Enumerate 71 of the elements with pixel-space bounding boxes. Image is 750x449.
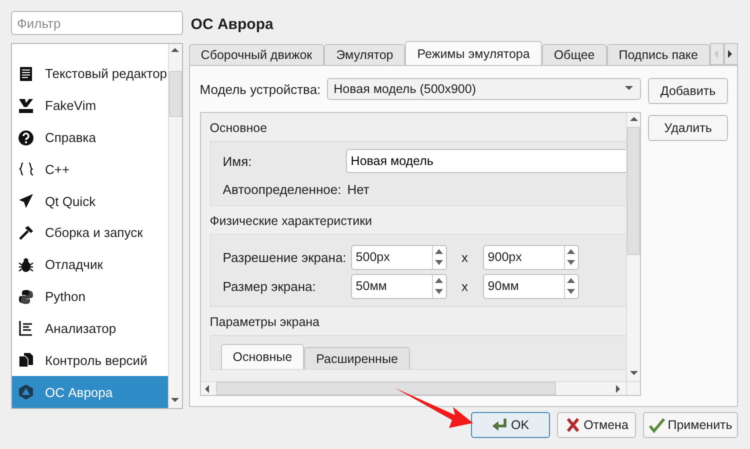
- scrollbar[interactable]: [168, 44, 182, 408]
- paper-plane-icon: [18, 193, 34, 210]
- arrow-up-icon: [435, 248, 444, 254]
- hammer-icon: [18, 224, 34, 241]
- braces-icon: [18, 161, 34, 178]
- separator-label: x: [460, 278, 470, 294]
- ok-button[interactable]: OK: [471, 412, 550, 438]
- tab[interactable]: Общее: [542, 44, 607, 65]
- separator-label: x: [460, 250, 470, 264]
- bar-lines-icon: [18, 320, 34, 336]
- filter-field[interactable]: Фильтр: [11, 11, 183, 35]
- tab[interactable]: Режимы эмулятора: [405, 41, 542, 65]
- scrollbar-thumb[interactable]: [168, 71, 182, 117]
- sidebar-item[interactable]: FakeVim: [12, 90, 168, 122]
- sidebar-item[interactable]: Сборка и запуск: [12, 217, 168, 249]
- sidebar-item[interactable]: Python: [12, 280, 168, 312]
- field-label: Модель устройства:: [200, 82, 321, 96]
- tab[interactable]: Подпись паке: [606, 44, 710, 65]
- field-label: Размер экрана:: [222, 278, 317, 294]
- page-title: ОС Аврора: [190, 15, 274, 35]
- sidebar-item[interactable]: ОС Аврора: [12, 376, 168, 408]
- field-value: Нет: [347, 182, 370, 196]
- sidebar-item[interactable]: C++: [12, 153, 168, 186]
- name-field[interactable]: Новая модель: [346, 149, 626, 173]
- arrow-up-icon: [567, 278, 576, 283]
- field-label: Разрешение экрана:: [222, 250, 348, 264]
- sidebar-item[interactable]: Справка: [12, 122, 168, 154]
- document-lines-icon: [18, 66, 34, 82]
- scrollbar-thumb[interactable]: [627, 127, 640, 255]
- tab[interactable]: Эмулятор: [324, 44, 406, 65]
- tab[interactable]: Основные: [220, 344, 304, 369]
- python-logo-icon: [18, 288, 34, 305]
- sidebar-item[interactable]: Текстовый редактор: [12, 58, 168, 90]
- add-button[interactable]: Добавить: [648, 78, 728, 104]
- field-label: Имя:: [222, 154, 253, 168]
- group-title: Физические характеристики: [210, 214, 374, 230]
- hexagon-logo-icon: [18, 384, 34, 400]
- enter-arrow-icon: [492, 417, 508, 433]
- apply-button[interactable]: Применить: [643, 412, 738, 438]
- spin-box[interactable]: 50мм: [350, 274, 447, 298]
- scrollbar-thumb[interactable]: [216, 382, 556, 395]
- check-mark-icon: [648, 417, 665, 433]
- sidebar-item[interactable]: Контроль версий: [12, 344, 168, 376]
- sidebar-item[interactable]: Анализатор: [12, 312, 168, 344]
- field-label: Автоопределенное:: [222, 182, 342, 196]
- device-model-dropdown[interactable]: Новая модель (500x900): [326, 78, 641, 100]
- cross-icon: [564, 417, 581, 433]
- tab[interactable]: Расширенные: [304, 347, 410, 369]
- spin-box[interactable]: 900px: [482, 244, 579, 270]
- cancel-button[interactable]: Отмена: [557, 412, 636, 438]
- tab-scroll-right-button[interactable]: [724, 43, 738, 65]
- group-title: Основное: [210, 121, 268, 137]
- scrollbar-corner: [626, 381, 640, 395]
- sidebar-item[interactable]: Отладчик: [12, 248, 168, 281]
- group-title: Параметры экрана: [210, 315, 321, 331]
- tab[interactable]: Сборочный движок: [188, 44, 324, 65]
- documents-icon: [18, 352, 34, 368]
- arrow-down-icon: [567, 289, 576, 294]
- scrollbar[interactable]: [200, 381, 626, 395]
- help-icon: [18, 130, 34, 146]
- spin-box[interactable]: 90мм: [482, 274, 579, 298]
- arrow-up-icon: [435, 278, 444, 283]
- sidebar-item[interactable]: Qt Quick: [12, 185, 168, 218]
- arrow-up-icon: [567, 248, 576, 254]
- scrollbar[interactable]: [626, 113, 640, 381]
- arrow-down-icon: [435, 289, 444, 294]
- spin-box[interactable]: 500px: [350, 244, 447, 270]
- bug-icon: [18, 256, 34, 273]
- arrow-down-icon: [435, 260, 444, 266]
- arrow-down-icon: [567, 260, 576, 266]
- remove-button[interactable]: Удалить: [648, 115, 728, 141]
